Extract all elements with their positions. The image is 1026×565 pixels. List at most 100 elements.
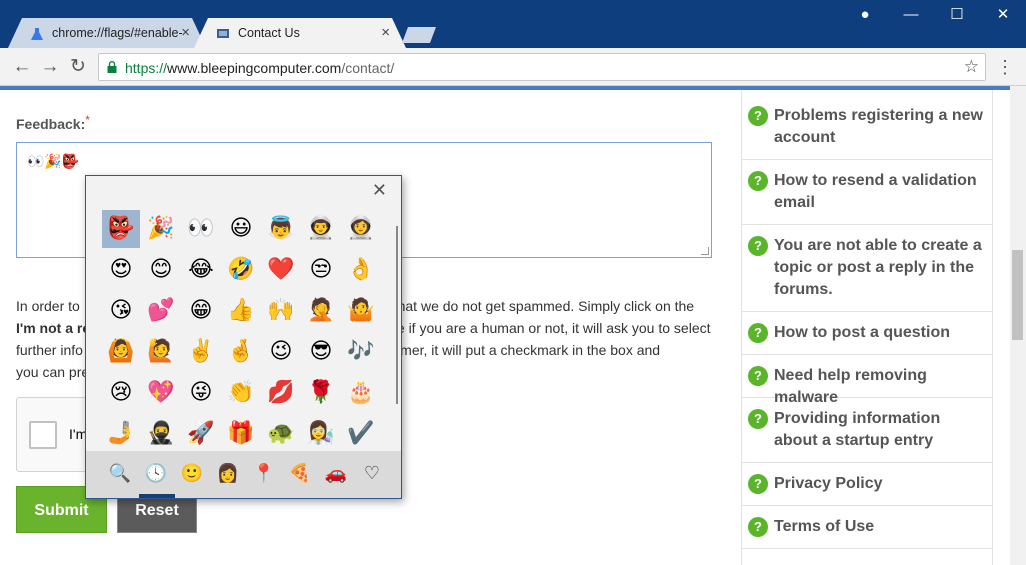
emoji-cell[interactable]: 🚀: [182, 415, 220, 453]
sidebar-item-label: How to post a question: [774, 324, 950, 341]
tab-close-icon[interactable]: ×: [181, 24, 190, 41]
emoji-cell[interactable]: 🌹: [302, 374, 340, 412]
flask-icon: [31, 28, 43, 40]
new-tab-button[interactable]: [402, 27, 436, 43]
sidebar-item-startup-entry[interactable]: ? Providing information about a startup …: [742, 398, 992, 463]
emoji-cell[interactable]: 🙌: [262, 292, 300, 330]
lock-icon: [107, 61, 117, 73]
question-icon: ?: [748, 474, 768, 494]
places-category-icon[interactable]: 📍: [252, 461, 276, 485]
tab-chrome-flags[interactable]: chrome://flags/#enable-( ×: [8, 18, 206, 48]
emoji-cell[interactable]: 😂: [182, 251, 220, 289]
sidebar-item-label: Problems registering a new account: [774, 107, 983, 146]
required-mark: *: [85, 113, 90, 127]
emoji-cell[interactable]: 👩‍🔬: [302, 415, 340, 453]
minimize-button[interactable]: —: [896, 4, 926, 26]
help-sidebar: ? Problems registering a new account ? H…: [741, 90, 993, 565]
emoji-cell[interactable]: 🎉: [142, 210, 180, 248]
close-icon[interactable]: ✕: [372, 180, 387, 201]
emoji-cell[interactable]: 😒: [302, 251, 340, 289]
emoji-cell[interactable]: 👨‍🚀: [302, 210, 340, 248]
resize-handle[interactable]: [701, 247, 709, 255]
sidebar-item-registering[interactable]: ? Problems registering a new account: [742, 90, 992, 160]
emoji-cell[interactable]: 😍: [102, 251, 140, 289]
search-icon[interactable]: 🔍: [108, 461, 132, 485]
smiley-category-icon[interactable]: 🙂: [180, 461, 204, 485]
address-bar[interactable]: https://www.bleepingcomputer.com/contact…: [98, 53, 986, 81]
emoji-cell[interactable]: 🙋: [142, 333, 180, 371]
food-category-icon[interactable]: 🍕: [288, 461, 312, 485]
emoji-cell[interactable]: 😃: [222, 210, 260, 248]
emoji-cell[interactable]: 👺: [102, 210, 140, 248]
emoji-category-bar: 🔍 🕓 🙂 👩 📍 🍕 🚗 ♡: [86, 451, 401, 498]
emoji-cell[interactable]: 🐢: [262, 415, 300, 453]
account-icon[interactable]: ●: [850, 4, 880, 26]
emoji-cell[interactable]: 😁: [182, 292, 220, 330]
emoji-cell[interactable]: 🤦: [302, 292, 340, 330]
people-category-icon[interactable]: 👩: [216, 461, 240, 485]
emoji-cell[interactable]: 🤳: [102, 415, 140, 453]
emoji-cell[interactable]: 🤞: [222, 333, 260, 371]
emoji-cell[interactable]: 💕: [142, 292, 180, 330]
reload-button[interactable]: ↻: [66, 55, 90, 79]
tab-close-icon[interactable]: ×: [381, 24, 390, 41]
back-button[interactable]: ←: [10, 55, 34, 79]
emoji-cell[interactable]: 🙆: [102, 333, 140, 371]
sidebar-item-malware[interactable]: ? Need help removing malware: [742, 355, 992, 406]
emoji-cell[interactable]: 😢: [102, 374, 140, 412]
emoji-cell[interactable]: 🤷: [342, 292, 380, 330]
feedback-label: Feedback:*: [16, 113, 90, 132]
sidebar-item-create-topic[interactable]: ? You are not able to create a topic or …: [742, 225, 992, 312]
emoji-cell[interactable]: 👼: [262, 210, 300, 248]
tab-contact-us[interactable]: Contact Us ×: [194, 18, 406, 48]
forward-button[interactable]: →: [38, 55, 62, 79]
question-icon: ?: [748, 323, 768, 343]
emoji-cell[interactable]: 😎: [302, 333, 340, 371]
emoji-cell[interactable]: 😘: [102, 292, 140, 330]
sidebar-item-privacy[interactable]: ? Privacy Policy: [742, 463, 992, 506]
emoji-cell[interactable]: ❤️: [262, 251, 300, 289]
sidebar-item-terms[interactable]: ? Terms of Use: [742, 506, 992, 549]
favicon-icon: [217, 29, 229, 38]
emoji-cell[interactable]: 🎶: [342, 333, 380, 371]
travel-category-icon[interactable]: 🚗: [324, 461, 348, 485]
emoji-cell[interactable]: 👩‍🚀: [342, 210, 380, 248]
active-category-indicator: [139, 494, 175, 498]
sidebar-item-label: Terms of Use: [774, 518, 875, 535]
recaptcha-checkbox[interactable]: [29, 421, 57, 449]
emoji-cell[interactable]: 👀: [182, 210, 220, 248]
emoji-cell[interactable]: 🥷: [142, 415, 180, 453]
bookmark-star-icon[interactable]: ☆: [964, 57, 979, 77]
emoji-cell[interactable]: 😊: [142, 251, 180, 289]
sidebar-item-label: How to resend a validation email: [774, 172, 977, 211]
emoji-cell[interactable]: 🎁: [222, 415, 260, 453]
emoji-cell[interactable]: 💖: [142, 374, 180, 412]
sidebar-item-post-question[interactable]: ? How to post a question: [742, 312, 992, 355]
emoji-cell[interactable]: 😉: [262, 333, 300, 371]
emoji-cell[interactable]: 💋: [262, 374, 300, 412]
question-icon: ?: [748, 409, 768, 429]
emoji-cell[interactable]: 🎂: [342, 374, 380, 412]
browser-titlebar: chrome://flags/#enable-( × Contact Us × …: [0, 0, 1026, 48]
emoji-cell[interactable]: 🤣: [222, 251, 260, 289]
question-icon: ?: [748, 106, 768, 126]
heart-category-icon[interactable]: ♡: [360, 461, 384, 485]
emoji-cell[interactable]: 👌: [342, 251, 380, 289]
picker-scrollbar[interactable]: [396, 226, 398, 404]
emoji-cell[interactable]: 👍: [222, 292, 260, 330]
emoji-cell[interactable]: ✔️: [342, 415, 380, 453]
chrome-menu-button[interactable]: ⋮: [996, 56, 1014, 78]
sidebar-item-validation[interactable]: ? How to resend a validation email: [742, 160, 992, 225]
browser-toolbar: ← → ↻ https://www.bleepingcomputer.com/c…: [0, 48, 1026, 86]
feedback-value: 👀🎉👺: [27, 153, 80, 169]
emoji-cell[interactable]: 👏: [222, 374, 260, 412]
close-window-button[interactable]: ✕: [988, 4, 1018, 26]
emoji-cell[interactable]: ✌️: [182, 333, 220, 371]
recent-clock-icon[interactable]: 🕓: [144, 461, 168, 485]
emoji-cell[interactable]: 😜: [182, 374, 220, 412]
url-text: https://www.bleepingcomputer.com/contact…: [125, 60, 395, 76]
emoji-picker: ✕ 👺 🎉 👀 😃 👼 👨‍🚀 👩‍🚀 😍 😊 😂 🤣 ❤️ 😒 👌 😘 💕 😁 👍 🙌 🤦 🤷 🙆 🙋 ✌️ 🤞 😉 😎 🎶 😢 💖 😜 👏…: [85, 175, 402, 499]
page-scrollbar-thumb[interactable]: [1012, 250, 1023, 340]
maximize-button[interactable]: ☐: [942, 4, 972, 26]
tab-label: Contact Us: [238, 26, 300, 40]
